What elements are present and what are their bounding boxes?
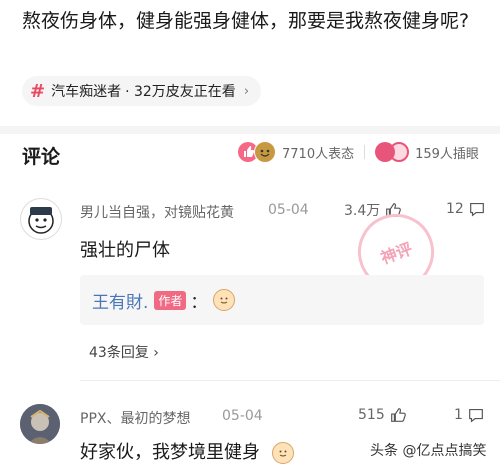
illustration-count: 159人插眼 (415, 146, 479, 162)
comment-text-content: 好家伙，我梦境里健身 (80, 442, 260, 463)
like-count: 515 (358, 407, 385, 423)
comment-icon (469, 409, 483, 423)
header-separator (364, 145, 366, 159)
avatar[interactable] (20, 198, 62, 240)
comment-username[interactable]: 男儿当自强，对镜贴花黄 (80, 202, 234, 222)
topic-viewers: · 32万皮友正在看 (125, 84, 236, 100)
comment-date: 05-04 (222, 408, 263, 424)
chevron-right-icon: › (243, 83, 250, 99)
comment-icon (469, 203, 484, 217)
reply-count: 12 (446, 201, 464, 217)
avatar[interactable] (20, 404, 60, 444)
reply-button[interactable]: 12 (446, 200, 486, 218)
reaction-summary[interactable]: 7710人表态 159人插眼 (238, 140, 479, 164)
eye-emoji-icon (375, 142, 396, 162)
topic-chip[interactable]: # 汽车痴迷者 · 32万皮友正在看 › (22, 76, 262, 106)
reaction-count: 7710人表态 (282, 146, 355, 162)
reply-colon: ： (190, 292, 208, 313)
watermark: 头条 @亿点点搞笑 (370, 443, 487, 459)
comment-text: 好家伙，我梦境里健身 (80, 438, 294, 464)
reply-count: 1 (454, 407, 463, 423)
reply-author-name[interactable]: 王有財. (92, 288, 148, 313)
thumb-up-icon (390, 408, 406, 422)
comment-date: 05-04 (268, 202, 309, 218)
comment-divider (80, 380, 500, 381)
section-divider (0, 126, 500, 134)
comment-text: 强壮的尸体 (80, 240, 170, 261)
like-count: 3.4万 (344, 203, 381, 219)
smiley-icon (213, 289, 236, 311)
reply-button[interactable]: 1 (454, 406, 485, 424)
author-badge: 作者 (154, 290, 187, 310)
smiley-icon (271, 442, 294, 464)
reply-preview[interactable]: 王有財. 作者 ： (80, 275, 484, 325)
comments-title: 评论 (22, 146, 61, 168)
post-title: 熬夜伤身体，健身能强身健体，那要是我熬夜健身呢? (22, 10, 470, 32)
like-button[interactable]: 515 (358, 406, 407, 424)
topic-name: 汽车痴迷者 (51, 84, 122, 100)
laugh-emoji-icon (254, 141, 276, 163)
comment-username[interactable]: PPX、最初的梦想 (80, 408, 190, 428)
more-replies-link[interactable]: 43条回复 › (89, 342, 159, 362)
hashtag-icon: # (30, 80, 46, 102)
